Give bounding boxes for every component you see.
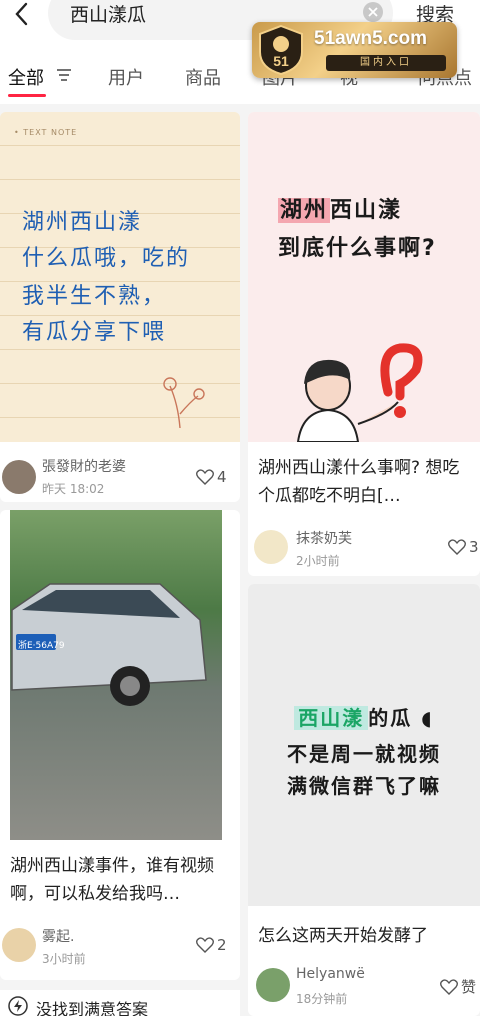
highlight-text: 西山漾 — [294, 706, 369, 730]
search-query: 西山漾瓜 — [70, 4, 147, 26]
note-line: 我半生不熟， — [22, 284, 167, 309]
car-video-thumbnail: 浙E·56A79 — [10, 510, 222, 840]
post-time: 昨天 18:02 — [42, 482, 105, 496]
heart-icon — [196, 469, 214, 485]
hint-text: 没找到满意答案 — [36, 1000, 149, 1016]
note-tag: • TEXT NOTE — [14, 128, 78, 137]
shield-text: 51 — [273, 53, 289, 69]
author-name[interactable]: Helyanwë — [296, 966, 365, 982]
note-image: 西山漾 的瓜 ◖ 不是周一就视频 满微信群飞了嘛 — [248, 584, 480, 906]
shield-logo-icon: 51 — [259, 24, 303, 76]
like-button[interactable]: 4 — [196, 468, 227, 486]
note-card[interactable]: 西山漾 的瓜 ◖ 不是周一就视频 满微信群飞了嘛 怎么这两天开始发酵了 Helya… — [248, 584, 480, 1016]
heart-icon — [448, 539, 466, 555]
like-button[interactable]: 2 — [196, 936, 227, 954]
back-button[interactable] — [8, 0, 36, 28]
note-line: 什么瓜哦，吃的 — [22, 246, 191, 271]
heart-icon — [440, 978, 458, 995]
cover-line: 西山漾 的瓜 ◖ — [248, 702, 480, 731]
note-title[interactable]: 湖州西山漾什么事啊? 想吃个瓜都吃不明白[… — [258, 454, 470, 510]
badge-site: 51awn5.com — [314, 28, 427, 49]
cover-text: 的瓜 — [368, 706, 413, 730]
highlight-text: 湖州 — [278, 198, 331, 223]
confused-person-icon — [296, 343, 423, 442]
note-image: • TEXT NOTE 湖州西山漾 什么瓜哦，吃的 我半生不熟， 有瓜分享下喂 — [0, 112, 240, 442]
note-line: 湖州西山漾 — [22, 210, 143, 235]
tab-all[interactable]: 全部 — [8, 64, 44, 90]
cover-line: 到底什么事啊? — [278, 236, 437, 261]
tab-users[interactable]: 用户 — [108, 64, 144, 90]
like-button[interactable]: 赞 — [440, 976, 476, 997]
post-time: 18分钟前 — [296, 992, 348, 1006]
note-card[interactable]: 湖州西山漾 到底什么事啊? 湖州西山漾什么事啊? 想吃个瓜都吃不明白[… 抹茶奶… — [248, 112, 480, 576]
author-name[interactable]: 雾起. — [42, 926, 74, 946]
watermelon-icon: ◖ — [412, 706, 434, 730]
license-plate: 浙E·56A79 — [18, 641, 65, 651]
avatar[interactable] — [254, 530, 288, 564]
author-name[interactable]: 抹茶奶芙 — [296, 528, 352, 548]
note-card[interactable]: • TEXT NOTE 湖州西山漾 什么瓜哦，吃的 我半生不熟， 有瓜分享下喂 … — [0, 112, 240, 502]
avatar[interactable] — [2, 460, 36, 494]
heart-icon — [196, 937, 214, 953]
chevron-left-icon — [15, 2, 28, 26]
tab-products[interactable]: 商品 — [185, 64, 221, 90]
badge-subtitle: 国内入口 — [326, 55, 446, 71]
note-card[interactable]: 浙E·56A79 湖州西山漾事件，谁有视频啊，可以私发给我吗… 雾起. 3小时前… — [0, 510, 240, 980]
like-count: 2 — [217, 936, 227, 954]
note-title[interactable]: 湖州西山漾事件，谁有视频啊，可以私发给我吗… — [10, 852, 230, 908]
not-found-hint[interactable]: 没找到满意答案 — [0, 990, 240, 1016]
cover-line: 满微信群飞了嘛 — [287, 774, 441, 798]
note-title[interactable]: 怎么这两天开始发酵了 — [258, 922, 470, 950]
like-count: 3 — [469, 538, 479, 556]
like-count: 赞 — [461, 978, 477, 996]
author-name[interactable]: 張發財的老婆 — [42, 456, 126, 476]
post-time: 3小时前 — [42, 952, 86, 966]
clear-icon[interactable] — [363, 2, 383, 22]
like-count: 4 — [217, 468, 227, 486]
cover-line: 不是周一就视频 — [287, 742, 441, 766]
avatar[interactable] — [256, 968, 290, 1002]
flower-doodle-icon — [163, 377, 205, 429]
lightning-icon — [8, 996, 28, 1016]
note-line: 有瓜分享下喂 — [22, 320, 167, 345]
watermark-badge: 51 51awn5.com 国内入口 — [252, 22, 457, 78]
like-button[interactable]: 3 — [448, 538, 479, 556]
avatar[interactable] — [2, 928, 36, 962]
note-image: 湖州西山漾 到底什么事啊? — [248, 112, 480, 442]
filter-icon[interactable] — [56, 68, 72, 82]
cover-text: 西山漾 — [330, 198, 403, 223]
cover-line: 湖州西山漾 — [278, 192, 402, 224]
active-tab-indicator — [8, 94, 46, 97]
post-time: 2小时前 — [296, 554, 340, 568]
